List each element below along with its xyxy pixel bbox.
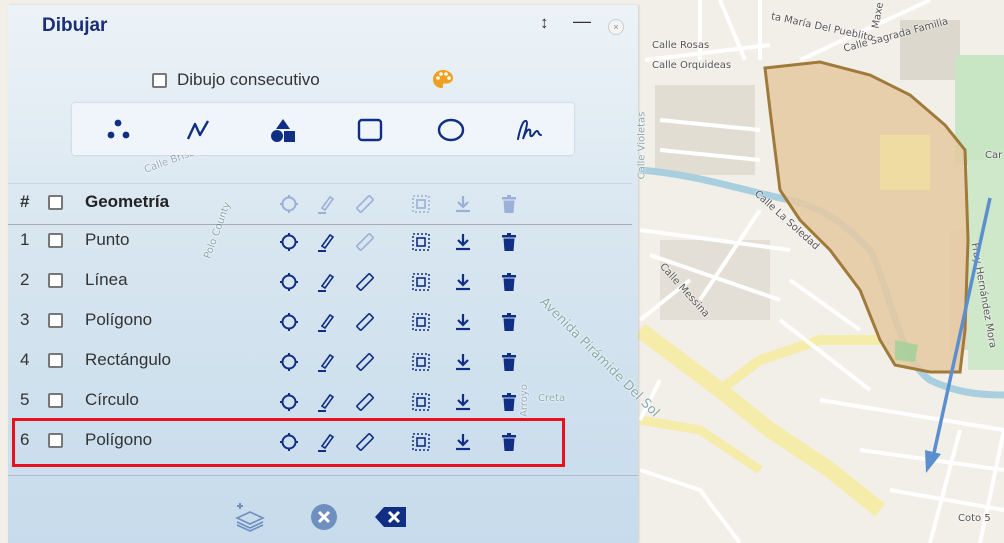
measure-icon[interactable] [354, 271, 376, 293]
draw-polygon-tool[interactable] [268, 115, 298, 145]
close-icon[interactable]: × [608, 19, 624, 35]
download-icon[interactable] [452, 391, 474, 413]
resize-icon[interactable]: ↕ [540, 13, 549, 33]
points-icon [107, 119, 130, 139]
row-checkbox[interactable] [48, 393, 63, 408]
row-checkbox[interactable] [48, 273, 63, 288]
add-layers-icon [235, 503, 265, 532]
buffer-icon[interactable] [410, 231, 432, 253]
row-number: 2 [20, 270, 30, 289]
table-row[interactable]: 2 Línea [8, 262, 632, 300]
trash-icon[interactable] [498, 271, 520, 293]
draw-line-tool[interactable] [183, 115, 213, 145]
row-number: 3 [20, 310, 30, 329]
row-number: 5 [20, 390, 30, 409]
measure-icon[interactable] [354, 351, 376, 373]
consecutive-drawing-option[interactable]: Dibujo consecutivo [152, 70, 320, 90]
download-icon[interactable] [452, 231, 474, 253]
row-checkbox[interactable] [48, 313, 63, 328]
cancel-circle-icon [311, 504, 337, 530]
measure-icon [354, 231, 376, 253]
select-all-checkbox[interactable] [48, 195, 63, 210]
locate-icon [278, 193, 300, 215]
polyline-icon [186, 120, 210, 140]
edit-icon[interactable] [316, 391, 338, 413]
trash-icon[interactable] [498, 351, 520, 373]
buffer-icon[interactable] [410, 391, 432, 413]
shapes-icon [271, 119, 295, 142]
trash-icon[interactable] [498, 311, 520, 333]
geometry-name: Línea [85, 270, 128, 289]
locate-icon[interactable] [278, 351, 300, 373]
circle-icon [437, 118, 465, 142]
header-number: # [20, 192, 30, 211]
table-header: # Geometría [8, 183, 632, 225]
geometry-name: Rectángulo [85, 350, 172, 369]
edit-icon [316, 193, 338, 215]
geometry-toolbar [72, 103, 574, 155]
row-checkbox[interactable] [48, 233, 63, 248]
clear-all-button[interactable] [306, 503, 342, 531]
trash-icon[interactable] [498, 391, 520, 413]
table-row[interactable]: 4 Rectángulo [8, 342, 632, 380]
measure-icon[interactable] [354, 391, 376, 413]
download-icon[interactable] [452, 351, 474, 373]
table-row[interactable]: 3 Polígono [8, 302, 632, 340]
download-icon[interactable] [452, 311, 474, 333]
buffer-icon[interactable] [410, 351, 432, 373]
trash-icon[interactable] [498, 231, 520, 253]
panel-title: Dibujar [42, 15, 108, 36]
square-icon [357, 118, 383, 142]
geometry-name: Círculo [85, 390, 139, 409]
street-label: Calle Violetas [636, 111, 648, 180]
geometry-name: Punto [85, 230, 130, 249]
row-number: 4 [20, 350, 30, 369]
consecutive-checkbox[interactable] [152, 72, 167, 88]
draw-panel: Calle Violetas Polo County Calle Brisas … [8, 5, 662, 543]
consecutive-label: Dibujo consecutivo [177, 70, 320, 89]
measure-icon [354, 193, 376, 215]
trash-icon [498, 193, 520, 215]
edit-icon[interactable] [316, 231, 338, 253]
locate-icon[interactable] [278, 231, 300, 253]
highlight-box [12, 418, 565, 467]
signature-icon [517, 119, 542, 140]
palette-icon[interactable] [431, 68, 455, 97]
edit-icon[interactable] [316, 351, 338, 373]
draw-point-tool[interactable] [104, 115, 134, 145]
minimize-icon[interactable]: — [573, 11, 591, 32]
divider [8, 475, 638, 476]
download-icon [452, 193, 474, 215]
edit-icon[interactable] [316, 271, 338, 293]
buffer-icon[interactable] [410, 271, 432, 293]
measure-icon[interactable] [354, 311, 376, 333]
draw-rectangle-tool[interactable] [355, 115, 385, 145]
geometry-name: Polígono [85, 310, 153, 329]
draw-freehand-tool[interactable] [515, 115, 545, 145]
locate-icon[interactable] [278, 391, 300, 413]
header-geometry: Geometría [85, 192, 170, 211]
draw-circle-tool[interactable] [436, 115, 466, 145]
locate-icon[interactable] [278, 311, 300, 333]
locate-icon[interactable] [278, 271, 300, 293]
delete-selected-button[interactable] [373, 503, 409, 531]
table-row[interactable]: 5 Círculo [8, 382, 632, 420]
table-row[interactable]: 1 Punto [8, 222, 632, 260]
buffer-icon [410, 193, 432, 215]
backspace-icon [375, 507, 406, 527]
download-icon[interactable] [452, 271, 474, 293]
add-layer-button[interactable] [232, 503, 268, 532]
edit-icon[interactable] [316, 311, 338, 333]
buffer-icon[interactable] [410, 311, 432, 333]
row-number: 1 [20, 230, 30, 249]
row-checkbox[interactable] [48, 353, 63, 368]
